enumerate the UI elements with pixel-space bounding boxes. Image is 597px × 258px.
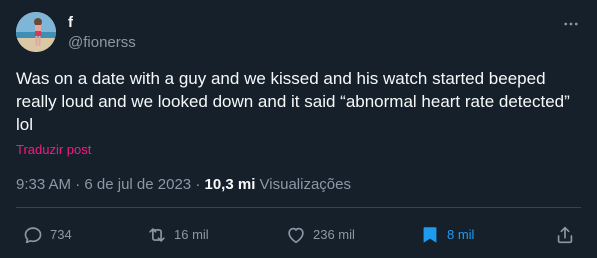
meta-separator: · <box>75 176 81 193</box>
heart-icon <box>288 227 304 244</box>
bookmark-button[interactable]: 8 mil <box>419 222 474 248</box>
bookmark-icon <box>423 227 437 243</box>
share-button[interactable] <box>554 222 576 248</box>
meta-separator: · <box>195 176 201 193</box>
tweet-text: Was on a date with a guy and we kissed a… <box>16 69 570 134</box>
tweet-header: f @fionerss <box>16 12 581 56</box>
divider <box>16 207 581 208</box>
retweet-button[interactable]: 16 mil <box>146 222 209 248</box>
retweet-count: 16 mil <box>174 227 209 242</box>
reply-count: 734 <box>50 227 72 242</box>
tweet-card: f @fionerss Was on a date with a guy and… <box>0 0 597 258</box>
avatar-photo <box>16 12 56 52</box>
like-button[interactable]: 236 mil <box>285 222 355 248</box>
more-options-button[interactable] <box>561 14 581 34</box>
author-names: f @fionerss <box>68 14 136 53</box>
more-horizontal-icon <box>564 22 578 26</box>
translate-post-link[interactable]: Traduzir post <box>16 142 91 158</box>
retweet-icon <box>149 228 165 242</box>
author-handle[interactable]: @fionerss <box>68 33 136 53</box>
share-icon <box>557 226 573 244</box>
action-bar: 734 16 mil 236 mil 8 mil <box>16 222 581 248</box>
reply-button[interactable]: 734 <box>22 222 72 248</box>
reply-icon <box>24 227 42 244</box>
like-count: 236 mil <box>313 227 355 242</box>
views-label: Visualizações <box>259 176 351 193</box>
avatar[interactable] <box>16 12 56 52</box>
author-display-name[interactable]: f <box>68 14 136 32</box>
views-count[interactable]: 10,3 mi <box>205 176 256 193</box>
tweet-date[interactable]: 6 de jul de 2023 <box>84 176 191 193</box>
bookmark-count: 8 mil <box>447 227 475 242</box>
tweet-time[interactable]: 9:33 AM <box>16 176 71 193</box>
tweet-meta: 9:33 AM · 6 de jul de 2023 · 10,3 mi Vis… <box>16 175 351 195</box>
